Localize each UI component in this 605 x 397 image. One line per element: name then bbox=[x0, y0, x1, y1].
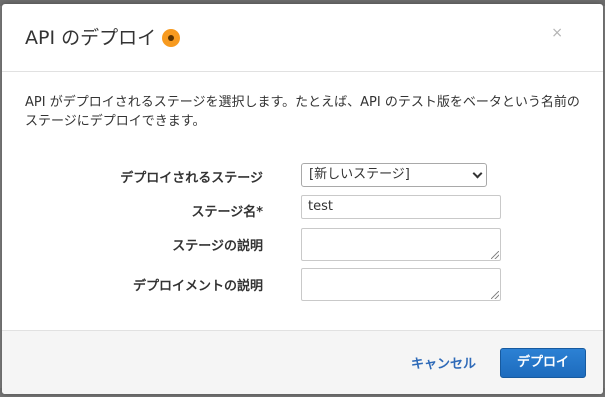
deploy-button[interactable]: デプロイ bbox=[500, 348, 586, 378]
dialog-footer: キャンセル デプロイ bbox=[2, 330, 603, 394]
dialog-header: API のデプロイ × bbox=[2, 4, 603, 72]
dialog-title: API のデプロイ bbox=[25, 27, 157, 49]
stage-name-label: ステージ名* bbox=[191, 205, 263, 220]
chevron-down-icon bbox=[472, 168, 483, 179]
stage-name-input[interactable]: test bbox=[301, 195, 501, 219]
dialog-body: API がデプロイされるステージを選択します。たとえば、API のテスト版をベー… bbox=[2, 72, 603, 330]
info-icon[interactable] bbox=[162, 28, 181, 47]
dialog-title-wrap: API のデプロイ bbox=[25, 23, 181, 50]
deploy-stage-select[interactable]: [新しいステージ] bbox=[301, 163, 487, 187]
deployment-description-label: デプロイメントの説明 bbox=[132, 279, 263, 294]
deploy-api-dialog: API のデプロイ × API がデプロイされるステージを選択します。たとえば、… bbox=[2, 4, 603, 394]
deploy-stage-label: デプロイされるステージ bbox=[120, 171, 263, 186]
dialog-description: API がデプロイされるステージを選択します。たとえば、API のテスト版をベー… bbox=[25, 95, 580, 129]
deploy-stage-selected-value: [新しいステージ] bbox=[309, 167, 410, 182]
stage-description-textarea[interactable] bbox=[301, 228, 501, 261]
stage-description-label: ステージの説明 bbox=[172, 239, 263, 254]
cancel-button[interactable]: キャンセル bbox=[411, 353, 476, 372]
close-icon[interactable]: × bbox=[551, 26, 563, 40]
deployment-description-textarea[interactable] bbox=[301, 268, 501, 301]
resize-handle-icon[interactable] bbox=[491, 251, 499, 259]
resize-handle-icon[interactable] bbox=[491, 291, 499, 299]
